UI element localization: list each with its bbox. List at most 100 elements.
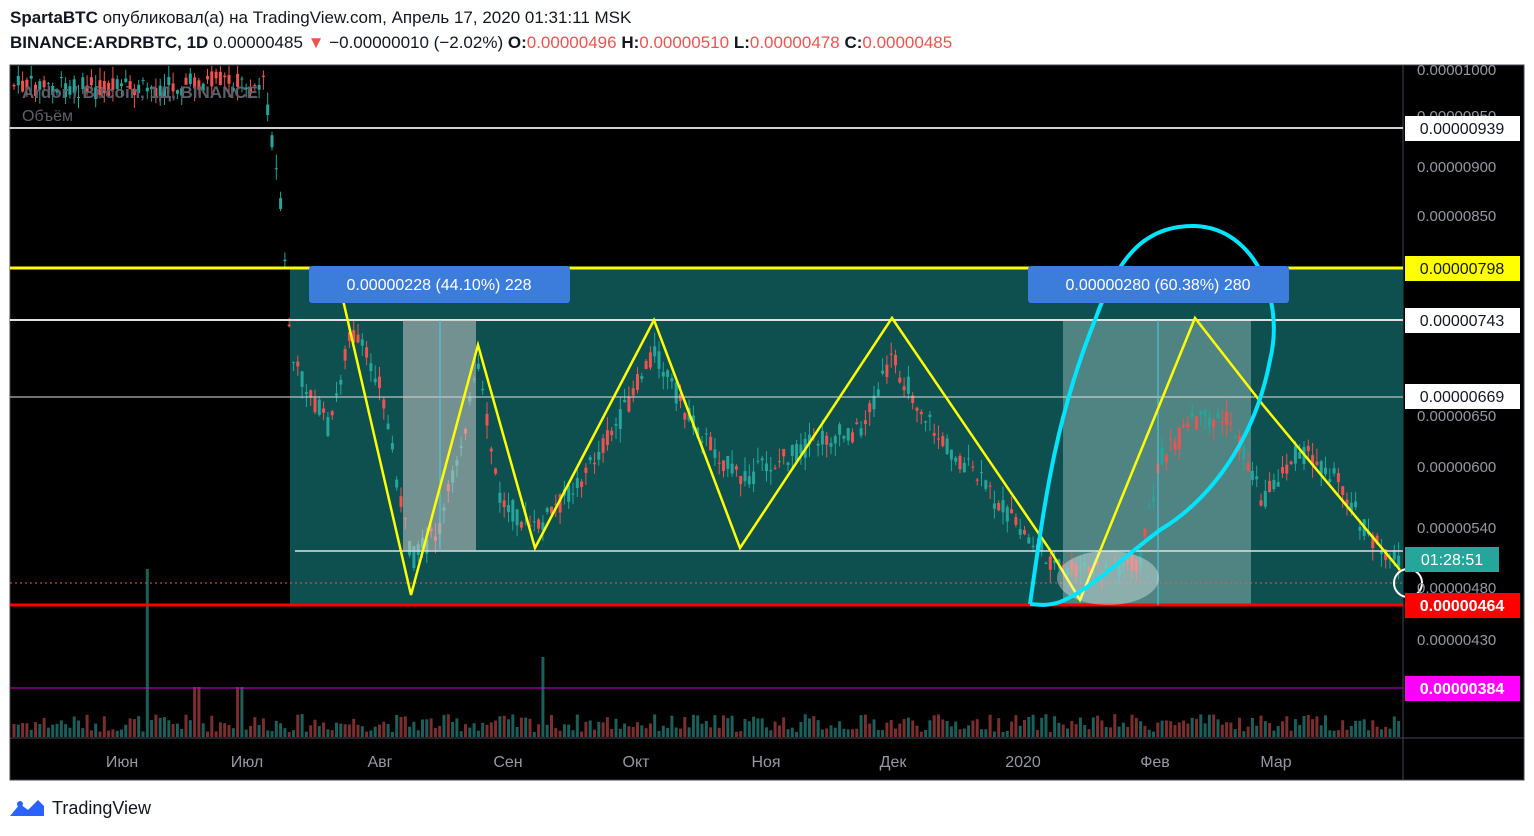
candle-body (1250, 470, 1254, 480)
price-tick: 0.00000900 (1417, 159, 1496, 176)
volume-bar (339, 723, 343, 737)
volume-bar (1397, 721, 1401, 737)
volume-bar (889, 720, 893, 737)
volume-bar (962, 728, 966, 737)
volume-bar (1242, 731, 1246, 737)
candle-body (1203, 410, 1207, 417)
volume-bar (459, 731, 463, 737)
volume-bar (683, 717, 687, 737)
volume-bar (610, 728, 614, 737)
volume-bar (915, 725, 919, 737)
volume-bar (739, 731, 743, 737)
volume-bar (1190, 717, 1194, 737)
volume-bar (1367, 730, 1370, 737)
volume-bar (709, 727, 713, 737)
volume-bar (614, 718, 618, 737)
volume-bar (868, 723, 872, 737)
candle-body (1276, 482, 1280, 487)
volume-bar (412, 721, 416, 737)
volume-bar (773, 721, 777, 737)
candle-body (279, 198, 283, 209)
candle-body (949, 449, 953, 460)
time-tick: Сен (493, 754, 522, 771)
volume-bar (1341, 720, 1345, 737)
volume-bar (231, 728, 235, 737)
volume-bar (786, 729, 790, 737)
volume-bar (257, 725, 261, 737)
volume-bar (21, 723, 25, 737)
volume-bar (111, 729, 115, 737)
volume-bar (64, 724, 68, 737)
volume-bar (1109, 727, 1112, 737)
price-chart[interactable]: 0.00000228 (44.10%) 228 0.00000280 (60.3… (0, 0, 1534, 790)
candle-body (476, 363, 480, 369)
candle-body (1259, 500, 1263, 506)
candle-body (760, 458, 764, 461)
candle-body (494, 468, 498, 474)
volume-bar (760, 718, 764, 737)
candle-body (618, 409, 622, 429)
candle-body (958, 456, 962, 470)
volume-bar (132, 719, 136, 737)
volume-bar (300, 714, 304, 737)
time-tick: Мар (1260, 754, 1291, 771)
volume-bar (859, 715, 863, 737)
volume-bar (777, 725, 781, 737)
volume-bar (657, 730, 661, 737)
candle-body (1023, 530, 1026, 535)
candle-body (1001, 500, 1005, 513)
price-label: 0.00000669 (1420, 389, 1505, 406)
volume-bar (567, 724, 571, 737)
candle-body (924, 421, 928, 423)
volume-bar (687, 727, 691, 737)
candle-body (1014, 517, 1018, 525)
volume-bar (1160, 720, 1164, 737)
volume-bar (369, 730, 373, 737)
brand-name[interactable]: TradingView (52, 798, 151, 819)
volume-bar (717, 727, 721, 737)
volume-bar (906, 717, 910, 737)
candle-body (1177, 427, 1181, 449)
candle-body (885, 364, 889, 378)
volume-legend[interactable]: Объём (22, 108, 73, 125)
volume-bar (141, 731, 145, 737)
measure-label-1: 0.00000228 (44.10%) 228 (346, 277, 531, 294)
volume-bar (1354, 720, 1358, 737)
volume-bar (77, 720, 80, 737)
volume-bar (726, 718, 730, 737)
volume-bar (1018, 725, 1022, 737)
candle-body (304, 392, 308, 395)
candle-body (1263, 491, 1267, 507)
volume-bar (1285, 716, 1289, 737)
price-label: 0.00000384 (1420, 681, 1505, 698)
volume-bar (438, 725, 442, 737)
volume-bar (1177, 722, 1181, 737)
volume-bar (945, 721, 949, 737)
candle-body (605, 430, 609, 446)
chart-title[interactable]: Ardor / Bitcoin, 1Д, BINANCE (22, 83, 258, 102)
volume-bar (158, 717, 162, 737)
candle-body (928, 414, 932, 418)
volume-bar (476, 730, 480, 737)
candle-body (614, 424, 618, 426)
candle-body (1315, 461, 1319, 465)
volume-bar (1074, 724, 1078, 737)
price-label: 0.00000743 (1420, 313, 1505, 330)
volume-bar (360, 726, 364, 737)
volume-bar (1379, 729, 1383, 737)
candle-body (1186, 423, 1190, 427)
volume-bar (1070, 720, 1074, 737)
candle-body (872, 395, 876, 410)
candle-body (1328, 479, 1332, 483)
candle-body (1031, 545, 1035, 548)
volume-bar (1134, 717, 1138, 737)
tradingview-logo-icon[interactable] (8, 796, 46, 820)
candle-body (274, 168, 278, 170)
candle-body (777, 461, 781, 463)
volume-bar (85, 714, 89, 737)
candle-body (644, 360, 648, 369)
volume-bar (68, 727, 72, 737)
volume-bar (575, 714, 579, 737)
candle-body (356, 334, 360, 343)
volume-bar (1345, 729, 1349, 737)
